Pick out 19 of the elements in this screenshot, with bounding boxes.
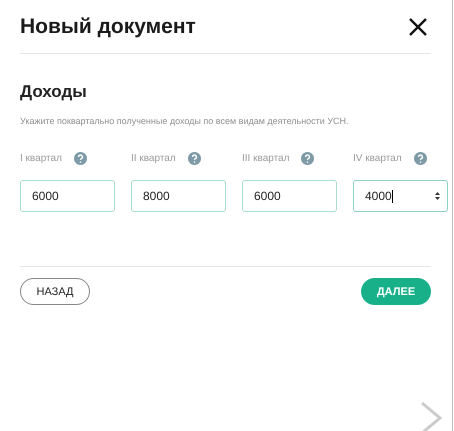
quarter-input[interactable]: 6000 (20, 180, 115, 212)
spinner-icon[interactable] (434, 191, 441, 201)
help-icon[interactable] (74, 152, 87, 164)
section-hint: Укажите поквартально полученные доходы по всем видам деятельности УСН. (20, 116, 350, 126)
quarter-label: IV квартал (353, 152, 402, 164)
quarter-label: II квартал (131, 152, 176, 164)
back-button[interactable]: НАЗАД (20, 278, 90, 305)
dialog-title: Новый документ (20, 14, 196, 38)
section-heading: Доходы (20, 82, 88, 102)
chevron-right-icon[interactable] (420, 401, 444, 431)
help-icon[interactable] (188, 152, 201, 164)
quarter-input[interactable]: 8000 (131, 180, 226, 212)
quarter-label: III квартал (242, 152, 290, 164)
quarter-label: I квартал (20, 152, 62, 164)
close-icon[interactable] (409, 18, 427, 36)
help-icon[interactable] (301, 152, 314, 164)
quarter-input[interactable]: 6000 (242, 180, 337, 212)
quarter-input[interactable]: 4000 (353, 180, 448, 212)
help-icon[interactable] (414, 152, 427, 164)
